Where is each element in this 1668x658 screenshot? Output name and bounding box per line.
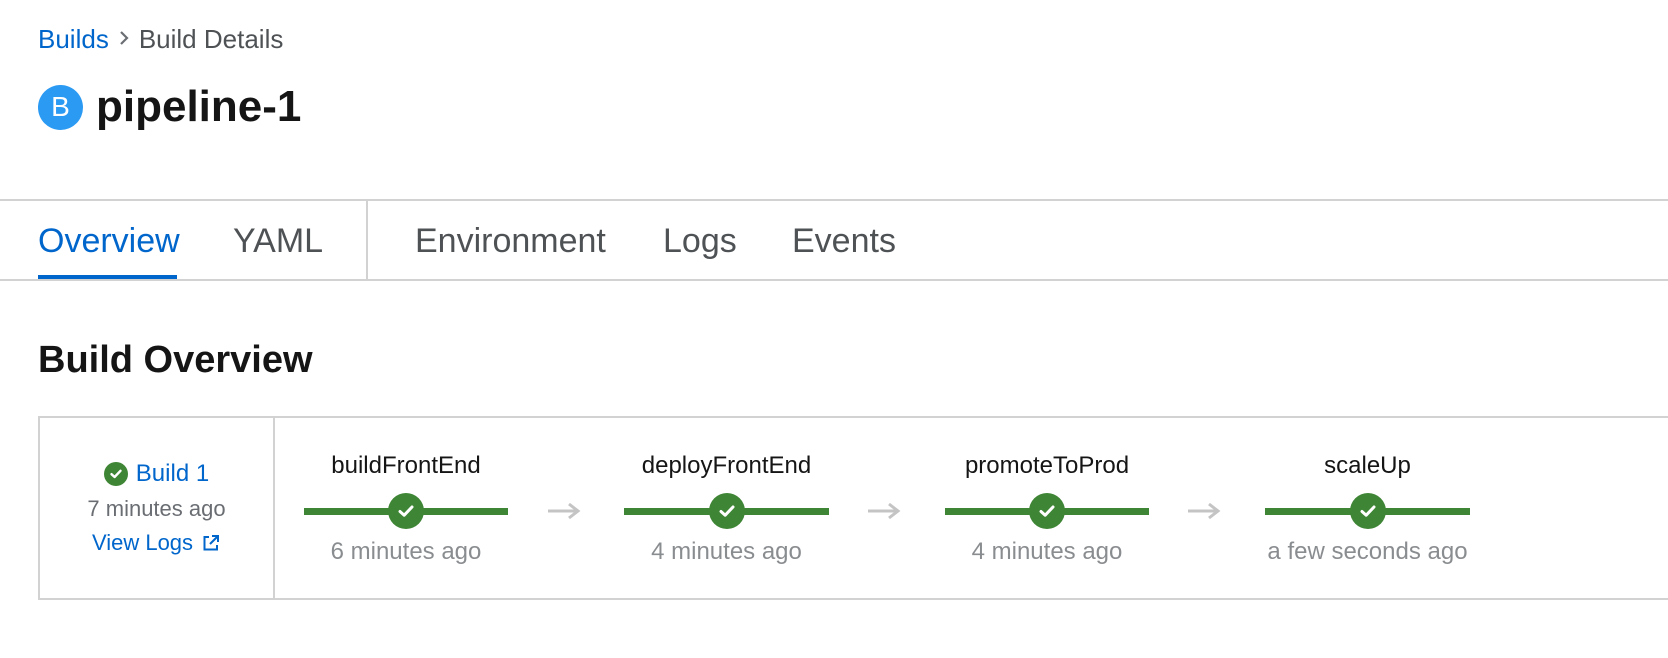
stage-name: deployFrontEnd <box>641 452 812 479</box>
tab-logs[interactable]: Logs <box>663 219 737 263</box>
page-title: pipeline-1 <box>96 82 302 131</box>
arrow-right-icon <box>548 502 581 520</box>
tab-bar: Overview YAML Environment Logs Events <box>0 199 1668 281</box>
tab-yaml[interactable]: YAML <box>233 219 323 263</box>
breadcrumb-current: Build Details <box>138 23 284 54</box>
arrow-right-icon <box>1188 502 1221 520</box>
tab-environment[interactable]: Environment <box>415 219 606 263</box>
check-circle-icon <box>1350 493 1386 529</box>
external-link-icon <box>201 533 221 553</box>
section-title: Build Overview <box>38 339 313 381</box>
stage-name: scaleUp <box>1324 452 1411 479</box>
check-circle-icon <box>709 493 745 529</box>
check-circle-icon <box>388 493 424 529</box>
stage-name: promoteToProd <box>964 452 1130 479</box>
breadcrumb: Builds Build Details <box>38 22 283 56</box>
check-circle-icon <box>103 462 128 486</box>
view-logs-link[interactable]: View Logs <box>40 530 273 556</box>
stage-name: buildFrontEnd <box>331 452 481 479</box>
build-link[interactable]: Build 1 <box>136 460 209 488</box>
chevron-right-icon <box>109 26 139 52</box>
tab-overview[interactable]: Overview <box>38 219 180 263</box>
tab-divider <box>366 201 368 279</box>
resource-badge: B <box>38 84 83 130</box>
build-status-row: Build 1 <box>40 460 273 488</box>
check-circle-icon <box>1029 493 1065 529</box>
stage-time: 6 minutes ago <box>330 538 482 565</box>
arrow-right-icon <box>868 502 901 520</box>
active-tab-indicator <box>38 275 177 279</box>
stage-time: 4 minutes ago <box>971 538 1123 565</box>
tab-events[interactable]: Events <box>792 219 896 263</box>
stage-time: 4 minutes ago <box>651 538 802 565</box>
view-logs-label: View Logs <box>91 530 194 555</box>
page-header: B pipeline-1 <box>38 84 301 130</box>
breadcrumb-builds-link[interactable]: Builds <box>38 24 109 55</box>
pipeline-overview: Build 1 7 minutes ago View Logs buildFro… <box>38 416 1668 600</box>
build-summary: Build 1 7 minutes ago View Logs <box>40 418 275 598</box>
build-time: 7 minutes ago <box>87 496 226 521</box>
stage-time: a few seconds ago <box>1267 538 1468 565</box>
